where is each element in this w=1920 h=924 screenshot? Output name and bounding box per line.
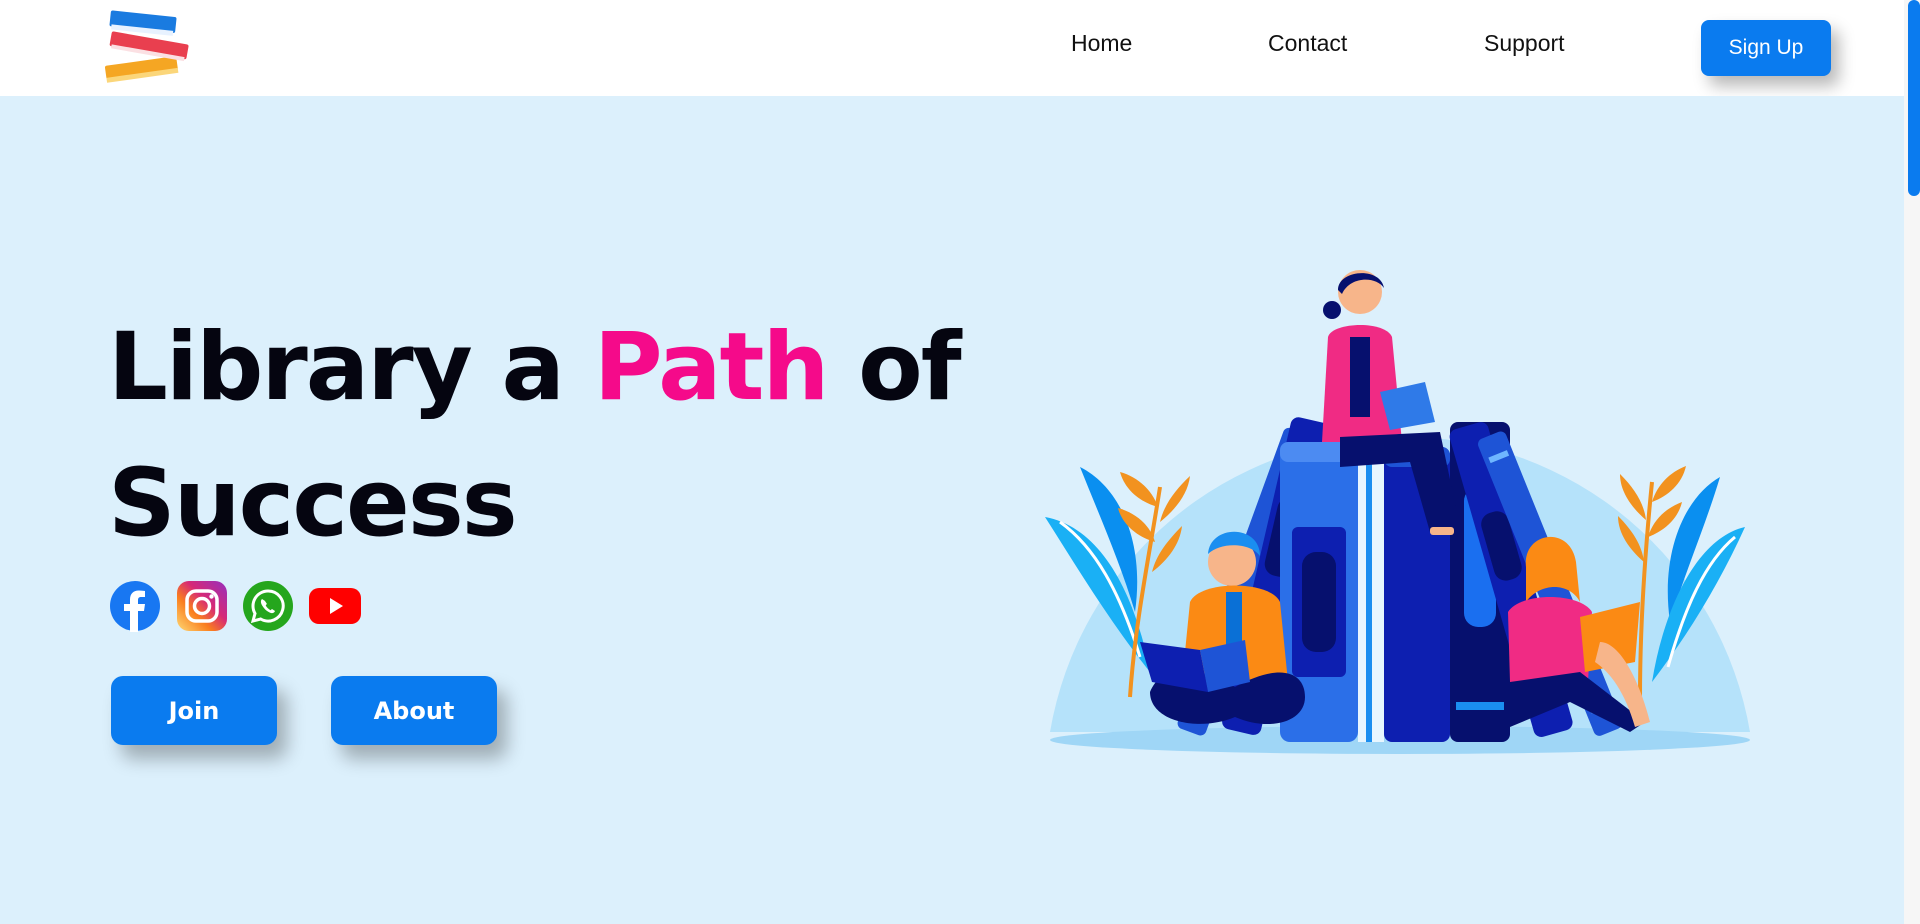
header: Home Contact Support Sign Up: [0, 0, 1920, 96]
youtube-icon[interactable]: [309, 580, 361, 632]
headline-part1: Library a: [108, 313, 565, 422]
nav-home[interactable]: Home: [1071, 30, 1132, 57]
scrollbar-thumb[interactable]: [1908, 0, 1920, 196]
facebook-icon[interactable]: [109, 580, 161, 632]
headline-accent: Path: [593, 313, 830, 422]
join-button[interactable]: Join: [111, 676, 277, 745]
hero-headline: Library a Path of Success: [108, 300, 962, 572]
about-button[interactable]: About: [331, 676, 497, 745]
people-reading-books-illustration: [1045, 270, 1750, 754]
headline-line2: Success: [108, 449, 518, 558]
signup-button[interactable]: Sign Up: [1701, 20, 1831, 76]
headline-part2: of: [858, 313, 961, 422]
instagram-icon[interactable]: [176, 580, 228, 632]
nav-contact[interactable]: Contact: [1268, 30, 1347, 57]
nav-support[interactable]: Support: [1484, 30, 1565, 57]
whatsapp-icon[interactable]: [242, 580, 294, 632]
stacked-books-icon[interactable]: [100, 6, 196, 90]
